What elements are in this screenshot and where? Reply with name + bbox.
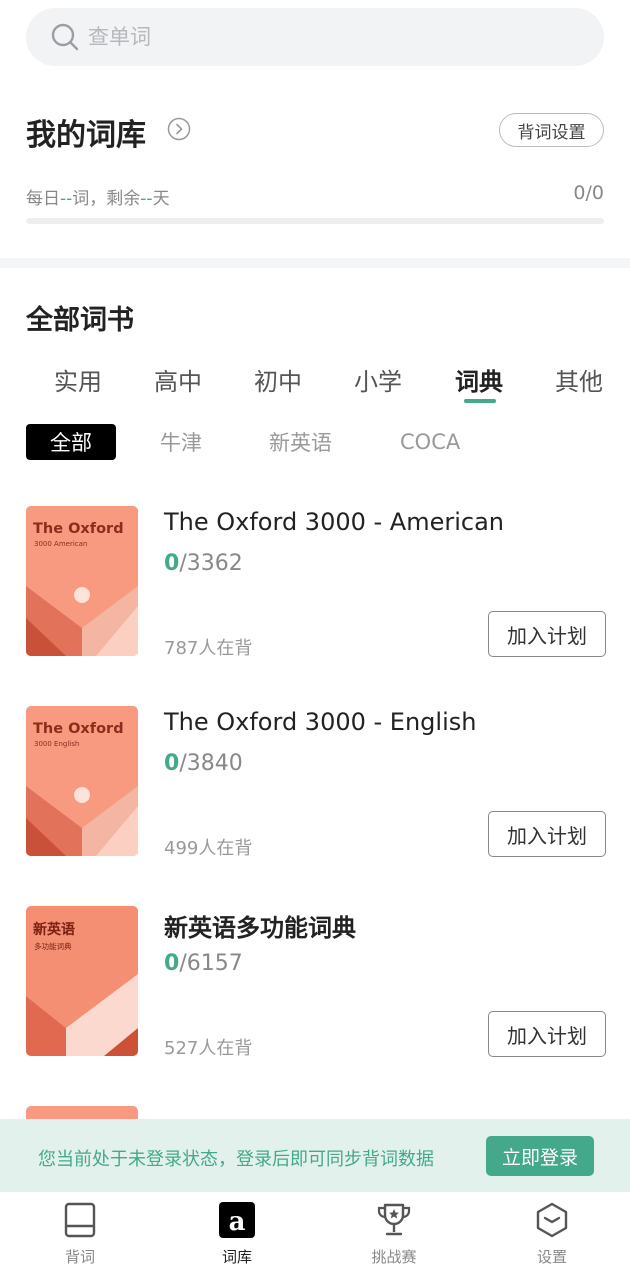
search-icon: [51, 23, 79, 51]
subtab-new-english[interactable]: 新英语: [269, 424, 332, 460]
nav-label: 词库: [221, 1248, 252, 1266]
bottom-nav: 背词 a 词库 挑战赛 设置: [0, 1192, 630, 1280]
svg-text:3000 English: 3000 English: [34, 740, 79, 748]
active-tab-indicator: [464, 399, 496, 403]
section-divider: [0, 258, 630, 268]
tab-other[interactable]: 其他: [555, 362, 603, 397]
library-count: 0/0: [573, 182, 604, 204]
nav-settings[interactable]: 设置: [497, 1192, 607, 1280]
svg-text:新英语: 新英语: [33, 921, 75, 938]
book-item[interactable]: The Oxford 3000 English The Oxford 3000 …: [0, 706, 630, 859]
my-library-title: 我的词库: [26, 118, 146, 153]
nav-label: 背词: [64, 1248, 95, 1266]
book-icon: [64, 1202, 96, 1238]
learner-count: 499人在背: [164, 838, 253, 859]
trophy-icon: [377, 1203, 411, 1236]
category-tabs: 实用 高中 初中 小学 词典 其他: [0, 362, 630, 406]
nav-recite[interactable]: 背词: [25, 1192, 135, 1280]
search-input[interactable]: [88, 25, 548, 49]
add-to-plan-button[interactable]: 加入计划: [488, 611, 606, 657]
tab-high-school[interactable]: 高中: [154, 362, 202, 397]
nav-label: 挑战赛: [371, 1248, 417, 1266]
book-cover: The Oxford 3000 American: [26, 506, 138, 656]
library-progress-bar: [26, 218, 604, 224]
tab-primary[interactable]: 小学: [354, 362, 402, 397]
svg-text:多功能词典: 多功能词典: [34, 941, 72, 951]
tab-dictionary[interactable]: 词典: [455, 362, 503, 397]
daily-plan-text: 每日--词，剩余--天: [26, 189, 170, 209]
chevron-right-circle-icon[interactable]: [167, 117, 191, 141]
nav-label: 设置: [536, 1248, 567, 1266]
book-title[interactable]: 新英语多功能词典: [164, 908, 356, 943]
svg-text:3000 American: 3000 American: [34, 540, 87, 548]
tab-junior-high[interactable]: 初中: [254, 362, 302, 397]
login-hint-text: 您当前处于未登录状态，登录后即可同步背词数据: [38, 1149, 434, 1170]
svg-text:a: a: [229, 1207, 246, 1237]
learner-count: 527人在背: [164, 1038, 253, 1059]
vocabulary-a-icon: a: [219, 1202, 255, 1238]
nav-vocabulary[interactable]: a 词库: [182, 1192, 292, 1280]
login-button[interactable]: 立即登录: [486, 1136, 594, 1176]
subtab-oxford[interactable]: 牛津: [160, 424, 202, 460]
book-item[interactable]: The Oxford 3000 American The Oxford 3000…: [0, 506, 630, 659]
book-progress: 0/3362: [164, 551, 243, 576]
subtab-coca[interactable]: COCA: [400, 424, 460, 460]
word-settings-button[interactable]: 背词设置: [499, 113, 604, 147]
tab-practical[interactable]: 实用: [54, 362, 102, 397]
login-banner: 您当前处于未登录状态，登录后即可同步背词数据 立即登录: [0, 1119, 630, 1192]
all-books-title: 全部词书: [26, 305, 134, 336]
svg-text:The Oxford: The Oxford: [33, 721, 124, 737]
settings-hexagon-icon: [536, 1202, 568, 1238]
subtab-all[interactable]: 全部: [26, 424, 116, 460]
book-progress: 0/6157: [164, 951, 243, 976]
add-to-plan-button[interactable]: 加入计划: [488, 811, 606, 857]
book-title[interactable]: The Oxford 3000 - English: [164, 708, 476, 736]
add-to-plan-button[interactable]: 加入计划: [488, 1011, 606, 1057]
book-cover: The Oxford 3000 English: [26, 706, 138, 856]
svg-text:The Oxford: The Oxford: [33, 521, 124, 537]
book-title[interactable]: The Oxford 3000 - American: [164, 508, 504, 536]
book-progress: 0/3840: [164, 751, 243, 776]
search-bar[interactable]: [26, 8, 604, 66]
nav-challenge[interactable]: 挑战赛: [339, 1192, 449, 1280]
learner-count: 787人在背: [164, 638, 253, 659]
book-cover: 新英语 多功能词典: [26, 906, 138, 1056]
book-item[interactable]: 新英语 多功能词典 新英语多功能词典 0/6157 527人在背 加入计划: [0, 906, 630, 1059]
